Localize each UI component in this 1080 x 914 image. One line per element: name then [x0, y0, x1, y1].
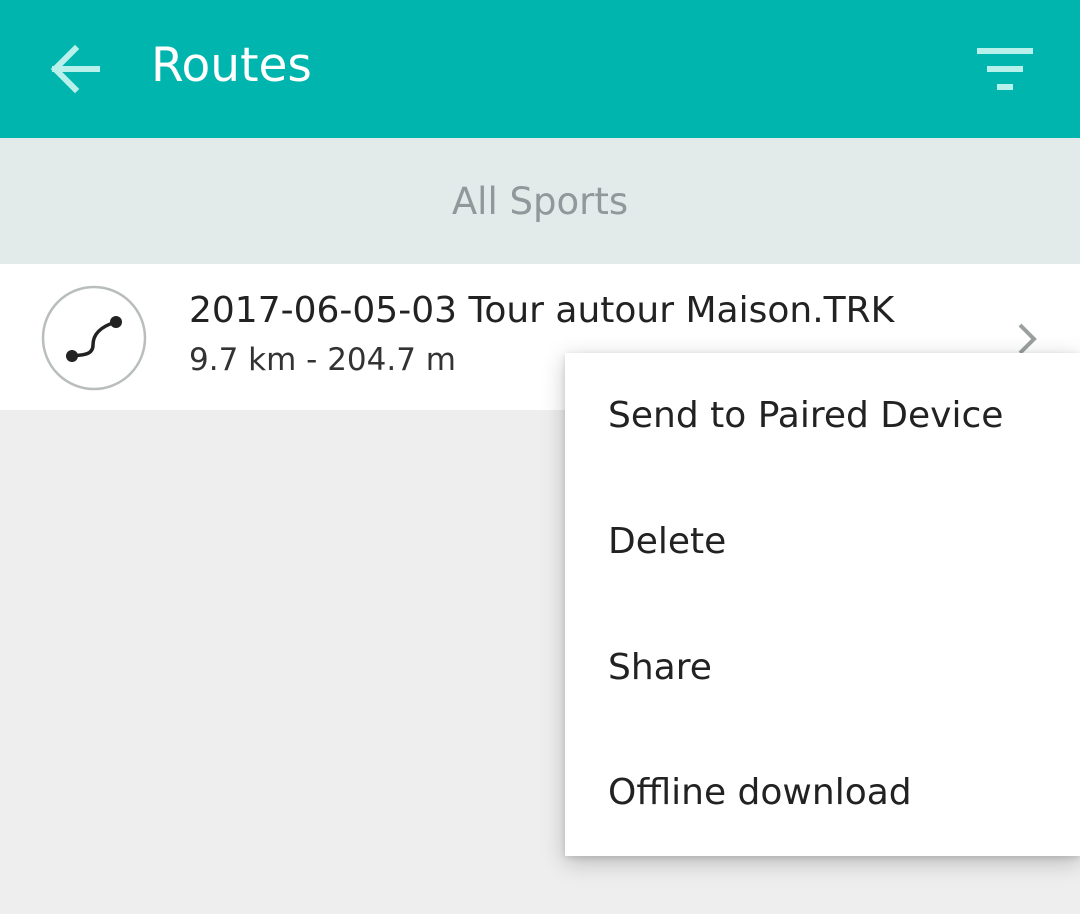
menu-item-share[interactable]: Share: [565, 605, 1080, 731]
context-menu: Send to Paired Device Delete Share Offli…: [565, 353, 1080, 856]
page-title: Routes: [151, 38, 312, 93]
sport-filter-bar[interactable]: All Sports: [0, 138, 1080, 264]
menu-item-offline-download[interactable]: Offline download: [565, 730, 1080, 856]
sport-filter-label: All Sports: [451, 179, 629, 223]
filter-icon: [977, 48, 1033, 90]
filter-button[interactable]: [960, 24, 1050, 114]
menu-item-delete[interactable]: Delete: [565, 479, 1080, 605]
route-name: 2017-06-05-03 Tour autour Maison.TRK: [189, 290, 895, 331]
back-button[interactable]: [30, 24, 120, 114]
route-details: 9.7 km - 204.7 m: [189, 342, 456, 378]
arrow-left-icon: [50, 44, 100, 94]
route-path-icon: [41, 285, 147, 391]
menu-item-send-to-paired-device[interactable]: Send to Paired Device: [565, 353, 1080, 479]
app-bar: Routes: [0, 0, 1080, 138]
